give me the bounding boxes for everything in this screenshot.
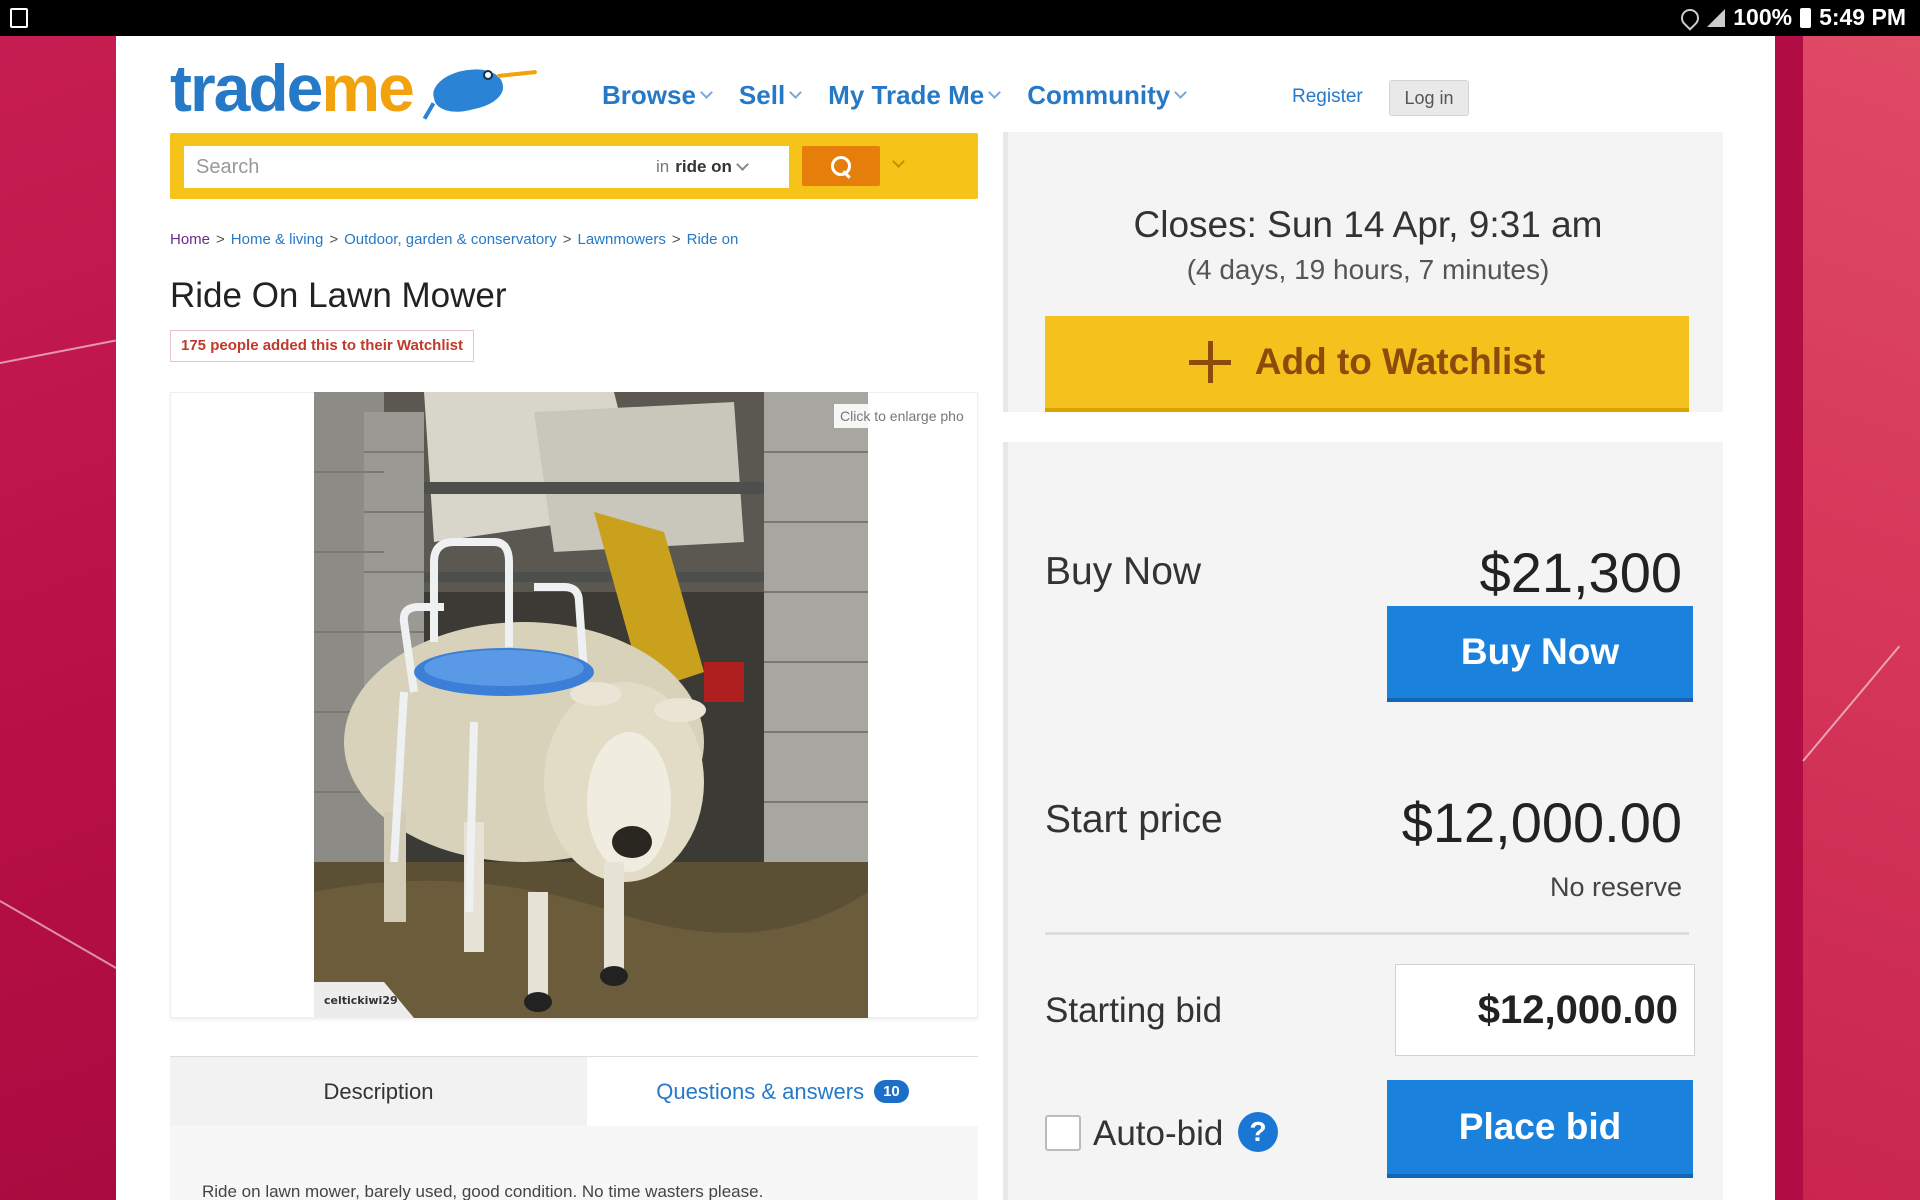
chevron-down-icon bbox=[988, 86, 1002, 99]
nav-browse[interactable]: Browse bbox=[602, 80, 713, 111]
start-price-value: $12,000.00 bbox=[1401, 791, 1682, 854]
logo-text-trade: trade bbox=[170, 51, 323, 125]
qa-count-badge: 10 bbox=[874, 1080, 909, 1103]
buy-now-panel: Buy Now $21,300 Buy Now bbox=[1003, 442, 1723, 738]
breadcrumb-home[interactable]: Home bbox=[170, 231, 210, 248]
plus-icon bbox=[1188, 341, 1231, 383]
status-bar-right: 100% 5:49 PM bbox=[1677, 4, 1906, 31]
browser-page: trademe Browse Sell My Trade Me Communit… bbox=[116, 36, 1775, 1200]
search-icon bbox=[831, 156, 851, 176]
background-left bbox=[0, 36, 116, 1200]
search-options-chevron-icon[interactable] bbox=[892, 155, 905, 168]
status-bar: 100% 5:49 PM bbox=[0, 0, 1920, 36]
bid-amount-input[interactable] bbox=[1395, 964, 1695, 1056]
login-button[interactable]: Log in bbox=[1389, 80, 1469, 116]
kiwi-bird-icon bbox=[419, 58, 539, 120]
add-to-watchlist-button[interactable]: Add to Watchlist bbox=[1045, 316, 1689, 412]
wifi-icon bbox=[1677, 4, 1703, 31]
breadcrumb: Home > Home & living > Outdoor, garden &… bbox=[170, 231, 739, 248]
sheep-with-seat-photo: celtickiwi29 bbox=[314, 392, 868, 1018]
notification-icon bbox=[10, 8, 28, 28]
description-text: Ride on lawn mower, barely used, good co… bbox=[202, 1182, 764, 1200]
photo-credit: celtickiwi29 bbox=[324, 994, 398, 1007]
time-remaining: (4 days, 19 hours, 7 minutes) bbox=[1186, 254, 1550, 285]
main-nav: Browse Sell My Trade Me Community bbox=[602, 80, 1188, 111]
bidding-panel: Start price $12,000.00 No reserve Starti… bbox=[1003, 728, 1723, 1200]
breadcrumb-home-living[interactable]: Home & living bbox=[231, 231, 324, 248]
listing-title: Ride On Lawn Mower bbox=[170, 276, 507, 315]
closing-panel: Closes: Sun 14 Apr, 9:31 am (4 days, 19 … bbox=[1003, 132, 1723, 412]
buy-now-price: $21,300 bbox=[1479, 541, 1682, 604]
breadcrumb-outdoor[interactable]: Outdoor, garden & conservatory bbox=[344, 231, 557, 248]
reserve-status: No reserve bbox=[1549, 872, 1682, 902]
enlarge-photo-hint[interactable]: Click to enlarge pho bbox=[834, 404, 970, 428]
starting-bid-label: Starting bid bbox=[1045, 991, 1223, 1030]
battery-percent: 100% bbox=[1733, 4, 1793, 30]
search-bar: in ride on bbox=[170, 133, 978, 199]
autobid-label: Auto-bid bbox=[1093, 1114, 1224, 1153]
background-strip bbox=[1775, 36, 1803, 1200]
buy-now-button[interactable]: Buy Now bbox=[1387, 606, 1693, 702]
divider bbox=[1045, 932, 1689, 935]
autobid-checkbox[interactable] bbox=[1045, 1115, 1081, 1151]
nav-sell[interactable]: Sell bbox=[739, 80, 803, 111]
trademe-logo[interactable]: trademe bbox=[170, 50, 539, 126]
listing-photo[interactable]: celtickiwi29 bbox=[314, 392, 868, 1018]
logo-text-me: me bbox=[321, 51, 414, 125]
search-button[interactable] bbox=[802, 146, 880, 186]
chevron-down-icon bbox=[789, 86, 803, 99]
chevron-down-icon bbox=[700, 86, 713, 99]
chevron-down-icon bbox=[1174, 86, 1188, 99]
listing-tabs: Description Questions & answers 10 bbox=[170, 1056, 978, 1126]
place-bid-button[interactable]: Place bid bbox=[1387, 1080, 1693, 1178]
tab-description[interactable]: Description bbox=[170, 1056, 587, 1126]
register-link[interactable]: Register bbox=[1292, 86, 1363, 108]
breadcrumb-ride-on[interactable]: Ride on bbox=[687, 231, 739, 248]
search-scope-dropdown[interactable]: in ride on bbox=[656, 157, 749, 177]
breadcrumb-lawnmowers[interactable]: Lawnmowers bbox=[577, 231, 665, 248]
battery-icon bbox=[1800, 7, 1812, 28]
start-price-label: Start price bbox=[1045, 798, 1223, 841]
help-icon[interactable]: ? bbox=[1238, 1112, 1278, 1152]
chevron-down-icon bbox=[736, 157, 749, 171]
nav-my-trade-me[interactable]: My Trade Me bbox=[828, 80, 1002, 111]
tab-questions-answers[interactable]: Questions & answers 10 bbox=[587, 1056, 978, 1126]
watchers-badge: 175 people added this to their Watchlist bbox=[170, 330, 474, 362]
closing-time: Closes: Sun 14 Apr, 9:31 am bbox=[1133, 204, 1603, 245]
buy-now-label: Buy Now bbox=[1045, 550, 1202, 593]
nav-community[interactable]: Community bbox=[1027, 80, 1188, 111]
clock: 5:49 PM bbox=[1819, 4, 1906, 30]
signal-icon bbox=[1707, 8, 1726, 27]
